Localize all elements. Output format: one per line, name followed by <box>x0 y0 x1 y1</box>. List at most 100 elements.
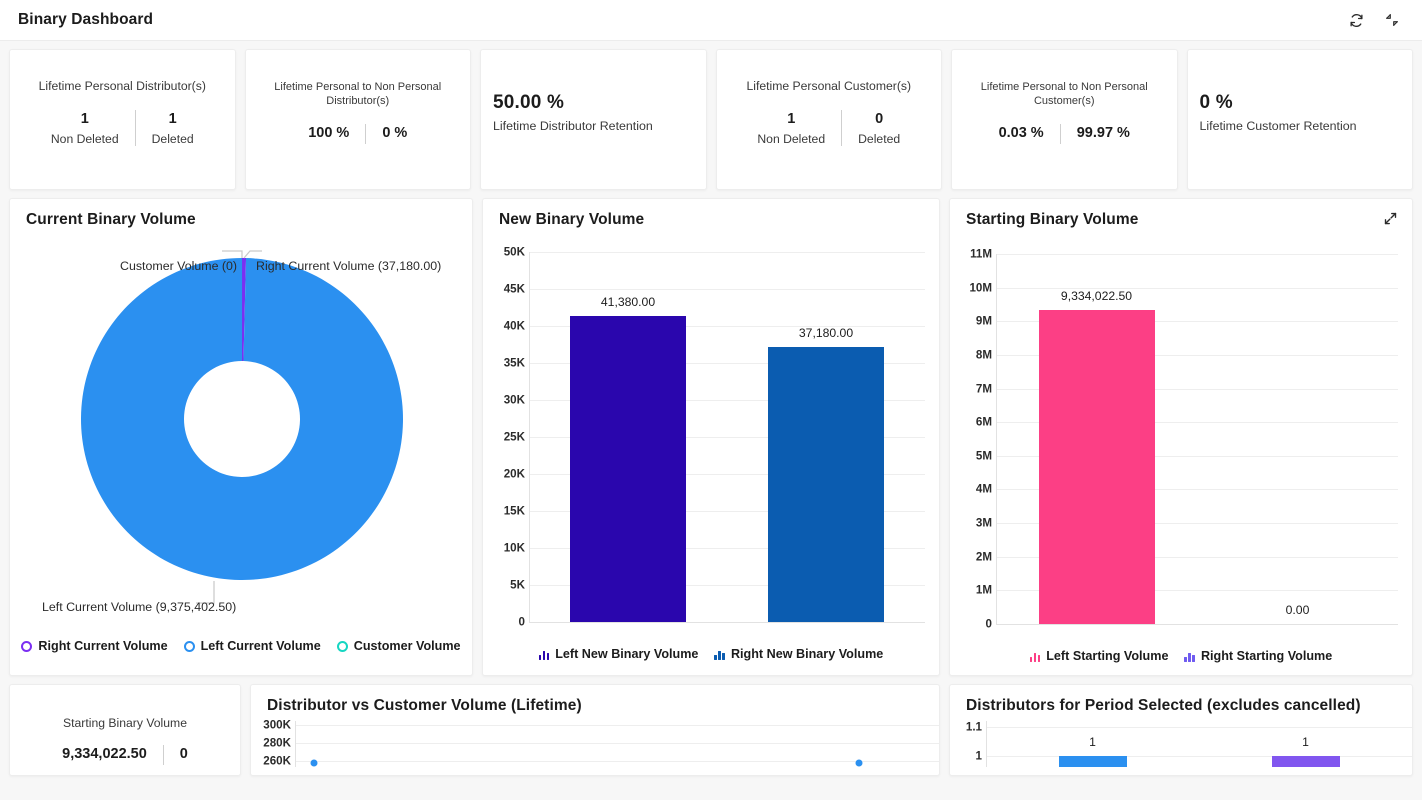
legend-item-right-new-binary-volume[interactable]: Right New Binary Volume <box>714 647 883 661</box>
legend-label: Left New Binary Volume <box>555 647 699 661</box>
y-axis-tick-label: 50K <box>503 245 525 259</box>
bar[interactable] <box>570 315 686 622</box>
legend-item-left-new-binary-volume[interactable]: Left New Binary Volume <box>538 647 699 661</box>
panel-title: Starting Binary Volume <box>966 211 1139 228</box>
leader-line <box>243 250 262 259</box>
kpi-half-non-personal: 99.97 % <box>1059 124 1146 145</box>
bar-chart-icon <box>538 649 550 660</box>
kpi-values: 1 Non Deleted 0 Deleted <box>741 109 916 147</box>
scatter-point[interactable] <box>855 759 863 767</box>
y-axis-tick-label: 280K <box>263 736 291 750</box>
y-axis-tick-label: 260K <box>263 754 291 768</box>
bar[interactable] <box>1058 756 1127 767</box>
legend-item-right-starting-volume[interactable]: Right Starting Volume <box>1184 649 1332 663</box>
bar-chart-new-binary-volume[interactable]: 0 5K 10K 15K 20K 25K 30K 35K 40K 45K 50K 41,380.00 3… <box>491 246 925 636</box>
kpi-value: 0 % <box>382 125 408 142</box>
donut-slice[interactable] <box>80 258 403 580</box>
kpi-sublabel: Non Deleted <box>50 132 119 147</box>
kpi-card-lifetime-personal-distributors[interactable]: Lifetime Personal Distributor(s) 1 Non D… <box>9 49 236 190</box>
panel-distributors-for-period-selected: Distributors for Period Selected (exclud… <box>949 684 1413 776</box>
bar-value-label: 41,380.00 <box>600 294 656 309</box>
y-axis-tick-label: 1.1 <box>965 720 982 734</box>
kpi-sublabel: Deleted <box>151 132 194 147</box>
bar-chart-starting-binary-volume[interactable]: 0 1M 2M 3M 4M 5M 6M 7M 8M 9M 10M 11M 9,334,022.50 0.0… <box>958 248 1398 638</box>
y-axis-tick-label: 8M <box>975 348 992 362</box>
kpi-half-deleted: 0 Deleted <box>841 109 916 147</box>
refresh-icon[interactable] <box>1348 12 1364 28</box>
panel-title: Distributor vs Customer Volume (Lifetime… <box>267 697 582 714</box>
y-axis-tick-label: 1M <box>975 583 992 597</box>
y-axis-tick-label: 9M <box>975 314 992 328</box>
grid-line <box>996 254 1398 255</box>
y-axis-line <box>996 254 997 624</box>
bar-chart-icon <box>714 649 725 660</box>
leader-line <box>196 581 215 604</box>
scatter-point[interactable] <box>310 759 318 767</box>
grid-line <box>529 622 925 623</box>
panel-title: Current Binary Volume <box>26 211 196 228</box>
expand-icon[interactable] <box>1383 211 1398 231</box>
y-axis-tick-label: 300K <box>263 718 291 732</box>
grid-line <box>986 727 1412 728</box>
collapse-icon[interactable] <box>1384 12 1400 28</box>
legend-label: Right Current Volume <box>38 639 168 653</box>
bar-chart-distributors-for-period-selected[interactable]: 1.1 1 1 1 <box>950 721 1412 767</box>
kpi-card-lifetime-customer-retention[interactable]: 0 % Lifetime Customer Retention <box>1186 49 1413 190</box>
legend-item-customer-volume[interactable]: Customer Volume <box>336 639 461 653</box>
y-axis-tick-label: 3M <box>975 516 992 530</box>
kpi-value: 9,334,022.50 <box>62 746 147 763</box>
grid-line <box>529 289 925 290</box>
ring-icon <box>21 640 33 652</box>
panel-distributor-vs-customer-volume: Distributor vs Customer Volume (Lifetime… <box>250 684 940 776</box>
y-axis-line <box>295 721 296 767</box>
kpi-card-lifetime-personal-to-non-personal-distributors[interactable]: Lifetime Personal to Non Personal Distri… <box>244 49 471 190</box>
kpi-value: 100 % <box>308 125 350 142</box>
kpi-values: 0.03 % 99.97 % <box>983 124 1146 145</box>
kpi-half-left-starting-volume: 9,334,022.50 <box>46 745 163 765</box>
app-header: Binary Dashboard <box>0 0 1422 41</box>
y-axis-tick-label: 15K <box>503 504 525 518</box>
y-axis-tick-label: 20K <box>503 467 525 481</box>
grid-line <box>996 624 1398 625</box>
kpi-value: 99.97 % <box>1076 125 1130 142</box>
grid-line <box>986 756 1412 757</box>
y-axis-line <box>529 252 530 622</box>
header-actions <box>1348 12 1400 28</box>
legend-item-right-current-volume[interactable]: Right Current Volume <box>21 639 168 653</box>
bar-value-label: 1 <box>1302 735 1309 749</box>
kpi-value: 1 <box>168 110 177 127</box>
y-axis-tick-label: 1 <box>975 749 982 763</box>
kpi-value: 1 <box>80 110 89 127</box>
y-axis-line <box>986 721 987 767</box>
bar[interactable] <box>1271 756 1340 767</box>
y-axis-tick-label: 6M <box>975 415 992 429</box>
scatter-chart-distributor-vs-customer-volume[interactable]: 300K 280K 260K <box>251 718 939 768</box>
y-axis-tick-label: 7M <box>975 382 992 396</box>
bar[interactable] <box>768 346 884 622</box>
kpi-half-right-starting-volume: 0 <box>162 745 204 765</box>
kpi-value: 0 <box>179 746 188 763</box>
y-axis-tick-label: 10K <box>503 541 525 555</box>
kpi-card-lifetime-distributor-retention[interactable]: 50.00 % Lifetime Distributor Retention <box>480 49 707 190</box>
kpi-card-starting-binary-volume[interactable]: Starting Binary Volume 9,334,022.50 0 <box>9 684 241 776</box>
kpi-value: 50.00 % <box>493 92 565 113</box>
bar-chart-icon <box>1184 651 1195 662</box>
panel-title: Distributors for Period Selected (exclud… <box>966 697 1361 714</box>
y-axis-tick-label: 40K <box>503 319 525 333</box>
legend-label: Left Current Volume <box>200 639 321 653</box>
bar-value-label: 37,180.00 <box>798 325 854 340</box>
y-axis-tick-label: 10M <box>969 281 992 295</box>
legend-label: Left Starting Volume <box>1046 649 1169 663</box>
donut-chart-current-binary-volume[interactable]: Customer Volume (0) Right Current Volume… <box>10 229 472 629</box>
kpi-card-lifetime-personal-to-non-personal-customers[interactable]: Lifetime Personal to Non Personal Custom… <box>951 49 1178 190</box>
kpi-half-personal: 100 % <box>292 124 365 144</box>
grid-line <box>295 725 939 726</box>
bar-value-label: 0.00 <box>1285 603 1310 617</box>
y-axis-tick-label: 5K <box>510 578 525 592</box>
y-axis: 0 5K 10K 15K 20K 25K 30K 35K 40K 45K 50K <box>491 246 529 636</box>
legend-label: Right Starting Volume <box>1200 649 1333 663</box>
legend-item-left-starting-volume[interactable]: Left Starting Volume <box>1029 649 1169 663</box>
kpi-card-lifetime-personal-customers[interactable]: Lifetime Personal Customer(s) 1 Non Dele… <box>715 49 942 190</box>
bar[interactable] <box>1038 310 1155 624</box>
legend-item-left-current-volume[interactable]: Left Current Volume <box>183 639 321 653</box>
